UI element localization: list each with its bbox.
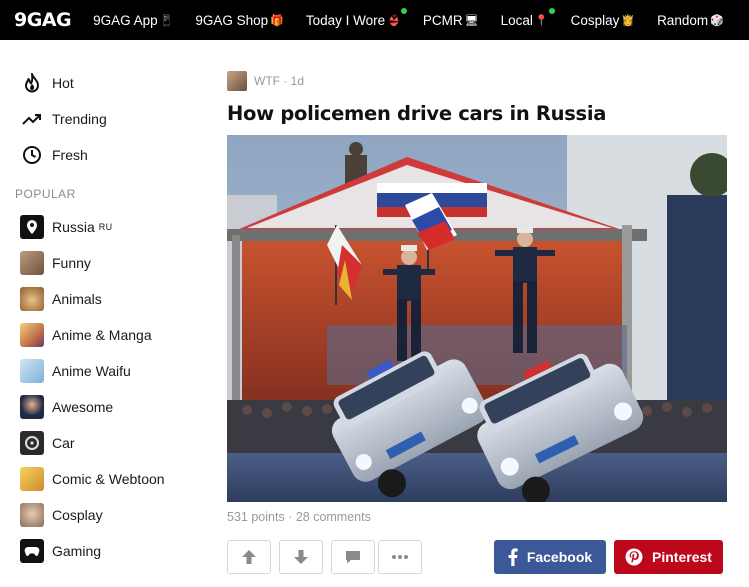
post-section[interactable]: WTF (254, 74, 280, 88)
nav-label: Today I Wore (305, 12, 386, 28)
site-logo[interactable]: 9GAG (14, 9, 72, 31)
new-indicator-dot (548, 7, 555, 14)
sidebar-item-comic-webtoon[interactable]: Comic & Webtoon (20, 467, 165, 491)
sidebar-item-hot[interactable]: Hot (20, 71, 74, 95)
sidebar-item-label: Fresh (52, 147, 88, 163)
nav-today-i-wore[interactable]: Today I Wore 👙 (305, 7, 407, 28)
nav-pcmr[interactable]: PCMR 🖥 (423, 13, 479, 28)
upvote-button[interactable] (227, 540, 271, 574)
post-stats: 531 points · 28 comments (227, 510, 371, 524)
section-avatar[interactable] (227, 71, 247, 91)
steering-wheel-icon (20, 431, 44, 455)
nav-random[interactable]: Random 🎲 (657, 13, 724, 28)
comic-webtoon-thumbnail (20, 467, 44, 491)
stats-separator: · (288, 510, 296, 524)
sidebar-item-label: Comic & Webtoon (52, 471, 165, 487)
nav-label: 9GAG App (93, 12, 158, 28)
sidebar-item-label: Hot (52, 75, 74, 91)
points-count[interactable]: 531 points (227, 510, 285, 524)
sidebar-item-anime-manga[interactable]: Anime & Manga (20, 323, 152, 347)
sidebar: Hot Trending Fresh POPULAR Russia RU Fun… (0, 40, 210, 587)
sidebar-item-label: Funny (52, 255, 91, 271)
sidebar-item-gaming[interactable]: Gaming (20, 539, 101, 563)
sidebar-item-russia[interactable]: Russia RU (20, 215, 112, 239)
arrow-down-icon (294, 550, 308, 564)
sidebar-item-label: Car (52, 435, 75, 451)
sidebar-item-car[interactable]: Car (20, 431, 75, 455)
anime-manga-thumbnail (20, 323, 44, 347)
map-pin-icon (20, 215, 44, 239)
bikini-icon: 👙 (387, 14, 401, 27)
arrow-up-icon (242, 550, 256, 564)
sidebar-item-trending[interactable]: Trending (20, 107, 107, 131)
sidebar-item-animals[interactable]: Animals (20, 287, 102, 311)
clock-icon (20, 143, 44, 167)
nav-cosplay[interactable]: Cosplay 👸 (571, 13, 635, 28)
post-image-illustration (227, 135, 727, 502)
nav-label: Cosplay (570, 12, 620, 28)
cosplay-thumbnail (20, 503, 44, 527)
pinterest-share-button[interactable]: Pinterest (614, 540, 723, 574)
sidebar-item-fresh[interactable]: Fresh (20, 143, 88, 167)
sidebar-item-label: Animals (52, 291, 102, 307)
pin-icon: 📍 (534, 14, 549, 27)
top-navigation-bar: 9GAG 9GAG App 📱 9GAG Shop 🎁 Today I Wore… (0, 0, 749, 40)
sidebar-item-funny[interactable]: Funny (20, 251, 91, 275)
nav-label: PCMR (422, 12, 463, 28)
nav-local[interactable]: Local 📍 (500, 7, 555, 28)
downvote-button[interactable] (279, 540, 323, 574)
nav-9gag-app[interactable]: 9GAG App 📱 (93, 13, 173, 28)
sidebar-item-label: Awesome (52, 399, 114, 415)
sidebar-item-cosplay[interactable]: Cosplay (20, 503, 103, 527)
comments-count[interactable]: 28 comments (296, 510, 371, 524)
funny-thumbnail (20, 251, 44, 275)
post-meta: WTF · 1d (227, 70, 727, 92)
pinterest-icon (625, 548, 643, 566)
trending-icon (20, 107, 44, 131)
sidebar-item-label: Russia (52, 219, 95, 235)
phone-icon: 📱 (159, 14, 174, 27)
computer-icon: 🖥 (464, 14, 479, 27)
sidebar-item-anime-waifu[interactable]: Anime Waifu (20, 359, 131, 383)
facebook-icon (508, 548, 518, 566)
sidebar-item-label: Trending (52, 111, 107, 127)
princess-icon: 👸 (621, 14, 636, 27)
post-title[interactable]: How policemen drive cars in Russia (227, 102, 727, 125)
meta-separator: · (280, 74, 291, 88)
flame-icon (20, 71, 44, 95)
nav-9gag-shop[interactable]: 9GAG Shop 🎁 (195, 13, 284, 28)
sidebar-item-label: Gaming (52, 543, 102, 559)
new-indicator-dot (400, 7, 407, 14)
ellipsis-icon (392, 555, 408, 559)
anime-waifu-thumbnail (20, 359, 44, 383)
nav-label: Local (500, 12, 533, 28)
nav-label: Random (657, 12, 709, 28)
sidebar-item-label: Anime & Manga (52, 327, 152, 343)
post-card: WTF · 1d How policemen drive cars in Rus… (227, 70, 727, 574)
post-actions: Facebook Pinterest (227, 540, 727, 574)
facebook-share-button[interactable]: Facebook (494, 540, 606, 574)
comment-button[interactable] (331, 540, 375, 574)
popular-heading: POPULAR (15, 187, 76, 201)
post-image[interactable] (227, 135, 727, 502)
animals-thumbnail (20, 287, 44, 311)
facebook-label: Facebook (526, 549, 593, 565)
sidebar-item-label: Cosplay (52, 507, 103, 523)
comment-icon (346, 551, 360, 564)
pinterest-label: Pinterest (652, 549, 712, 565)
gift-icon: 🎁 (270, 14, 284, 27)
nav-label: 9GAG Shop (195, 12, 269, 28)
post-age: 1d (290, 74, 305, 88)
sidebar-item-awesome[interactable]: Awesome (20, 395, 113, 419)
more-options-button[interactable] (378, 540, 422, 574)
sidebar-item-label: Anime Waifu (52, 363, 131, 379)
gamepad-icon (20, 539, 44, 563)
awesome-thumbnail (20, 395, 44, 419)
dice-icon: 🎲 (710, 14, 724, 27)
country-code: RU (98, 222, 113, 232)
